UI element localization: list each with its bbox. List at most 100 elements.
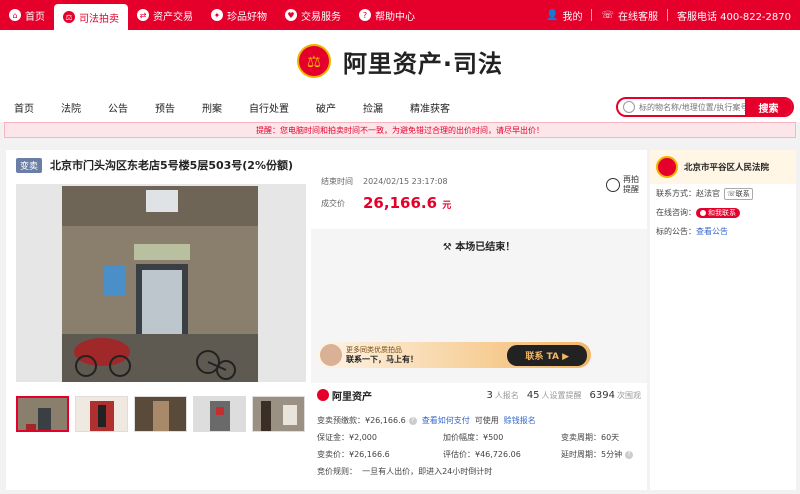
court-emblem-icon: ⚖: [296, 44, 331, 78]
category-announcement[interactable]: 公告: [108, 100, 128, 115]
ali-logo-text: 阿里资产: [332, 391, 372, 403]
agent-avatar: [320, 344, 342, 366]
thumbnail-image: [253, 397, 304, 431]
contact-button[interactable]: ☏联系: [724, 187, 753, 200]
item-title-row: 变卖 北京市门头沟区东老店5号楼5层503号(2%份额): [16, 157, 293, 173]
headset-icon: ☏: [601, 9, 614, 21]
gavel-icon: ⚖: [63, 11, 75, 23]
stats-row: 阿里资产 3 人报名 45 人设置提醒 6394 次围观: [311, 385, 647, 405]
reminders-label: 人设置提醒: [541, 390, 582, 400]
thumbnail[interactable]: [252, 396, 305, 432]
top-right: 👤 我的 ☏ 在线客服 客服电话 400-822-2870: [537, 0, 800, 30]
search-input[interactable]: [635, 102, 745, 112]
court-emblem-icon: [656, 156, 678, 178]
thumbnail-image: [135, 397, 186, 431]
brand-header: ⚖ 阿里资产·司法: [0, 30, 800, 92]
credit-signup-link[interactable]: 赊钱报名: [504, 415, 536, 426]
deal-price-label: 成交价: [321, 198, 345, 208]
category-criminal[interactable]: 刑案: [202, 100, 222, 115]
presale-deposit: 变卖预缴款：¥26,166.6: [317, 416, 406, 425]
court-name[interactable]: 北京市平谷区人民法院: [684, 161, 769, 173]
category-self-disposal[interactable]: 自行处置: [249, 100, 289, 115]
category-home[interactable]: 首页: [14, 100, 34, 115]
deal-price-value: 26,166.6: [363, 194, 438, 212]
info-icon[interactable]: ?: [408, 416, 417, 425]
deal-price: 26,166.6 元: [363, 194, 451, 212]
contact-row: 联系方式： 赵法官 ☏联系: [650, 184, 796, 203]
auction-ended-text: ⚒ 本场已结束！: [311, 238, 647, 253]
thumbnail[interactable]: [75, 396, 128, 432]
brand-logo[interactable]: 阿里资产·司法: [343, 44, 503, 79]
online-service-link[interactable]: ☏ 在线客服: [592, 0, 667, 30]
security-deposit: 保证金：¥2,000: [317, 433, 377, 442]
search-button[interactable]: 搜索: [745, 99, 792, 115]
main-property-photo[interactable]: [16, 184, 306, 382]
contact-name: 赵法官: [696, 189, 720, 198]
details-row: 变卖预缴款：¥26,166.6 ? 查看如何支付 可使用 赊钱报名: [311, 412, 647, 429]
promo-line2: 联系一下，马上有！: [346, 355, 418, 364]
court-header: 北京市平谷区人民法院: [650, 150, 796, 184]
court-sidebar: 北京市平谷区人民法院 联系方式： 赵法官 ☏联系 在线咨询： 和我联系 标的公告…: [650, 150, 796, 490]
hotline-text: 客服电话 400-822-2870: [676, 11, 791, 23]
view-announcement-link[interactable]: 查看公告: [696, 226, 728, 237]
contact-button-label: 联系: [735, 189, 750, 198]
topnav-label: 珍品好物: [227, 11, 267, 23]
category-bargains[interactable]: 捡漏: [363, 100, 383, 115]
phone-icon: ☏: [727, 189, 736, 198]
signups-label: 人报名: [494, 390, 519, 400]
auction-item-card: 变卖 北京市门头沟区东老店5号楼5层503号(2%份额) 结束时间 2024/0…: [6, 150, 647, 490]
thumbnail-strip: [16, 396, 305, 432]
building-entrance-photo: [16, 184, 306, 382]
chat-button-label: 和我联系: [708, 208, 736, 217]
auction-status-box: ⚒ 本场已结束！ 更多同类优质拍品 联系一下，马上有！ 联系 TA ▶: [311, 229, 647, 383]
alarm-clock-icon: [606, 178, 620, 192]
my-account-link[interactable]: 👤 我的: [537, 0, 591, 30]
sale-period: 变卖周期：60天: [561, 433, 620, 442]
reminders-count: 45: [526, 389, 540, 401]
thumbnail[interactable]: [16, 396, 69, 432]
category-customer-acquisition[interactable]: 精准获客: [410, 100, 450, 115]
relist-reminder-button[interactable]: 再拍 提醒: [606, 175, 641, 195]
category-preview[interactable]: 预告: [155, 100, 175, 115]
online-consult-label: 在线咨询：: [656, 208, 696, 217]
topnav-label: 资产交易: [153, 11, 193, 23]
topnav-home[interactable]: ⌂ 首页: [0, 0, 54, 30]
sale-price: 变卖价：¥26,166.6: [317, 450, 390, 459]
topnav-treasures[interactable]: ✦ 珍品好物: [202, 0, 276, 30]
deal-price-row: 成交价 26,166.6 元: [311, 192, 647, 214]
topnav-label: 交易服务: [301, 11, 341, 23]
category-court[interactable]: 法院: [61, 100, 81, 115]
category-bankruptcy[interactable]: 破产: [316, 100, 336, 115]
can-use-text: 可使用: [474, 416, 499, 425]
online-consult-row: 在线咨询： 和我联系: [650, 203, 796, 222]
promo-line1: 更多同类优质拍品: [346, 346, 402, 354]
contact-promo-banner[interactable]: 更多同类优质拍品 联系一下，马上有！ 联系 TA ▶: [317, 342, 591, 368]
thumbnail[interactable]: [134, 396, 187, 432]
ali-logo-icon: [317, 389, 329, 401]
topnav-trade-service[interactable]: ♥ 交易服务: [276, 0, 350, 30]
topnav-label: 帮助中心: [375, 11, 415, 23]
search-bar: 搜索: [616, 97, 794, 117]
category-nav: 首页 法院 公告 预告 刑案 自行处置 破产 捡漏 精准获客 搜索: [0, 92, 800, 122]
auction-details: 变卖预缴款：¥26,166.6 ? 查看如何支付 可使用 赊钱报名 保证金：¥2…: [311, 412, 647, 480]
thumbnail-image: [76, 397, 127, 431]
info-icon[interactable]: ?: [625, 450, 634, 459]
end-time-value: 2024/02/15 23:17:08: [363, 176, 448, 186]
currency-unit: 元: [442, 201, 452, 211]
item-title: 北京市门头沟区东老店5号楼5层503号(2%份额): [50, 159, 294, 172]
topnav-judicial-auction[interactable]: ⚖ 司法拍卖: [54, 4, 128, 30]
contact-ta-button[interactable]: 联系 TA ▶: [507, 344, 587, 366]
details-row: 保证金：¥2,000 加价幅度：¥500 变卖周期：60天: [311, 429, 647, 446]
heart-icon: ♥: [285, 9, 297, 21]
search-icon: [623, 101, 635, 113]
topnav-help[interactable]: ? 帮助中心: [350, 0, 424, 30]
thumbnail-image: [18, 398, 67, 430]
how-to-pay-link[interactable]: 查看如何支付: [422, 415, 470, 426]
extension-period: 延时周期：5分钟: [561, 450, 623, 459]
auction-info-panel: 结束时间 2024/02/15 23:17:08 成交价 26,166.6 元 …: [311, 170, 647, 383]
topnav-asset-trade[interactable]: ⇄ 资产交易: [128, 0, 202, 30]
chat-button[interactable]: 和我联系: [696, 207, 740, 218]
time-mismatch-notice: 提醒：您电脑时间和拍卖时间不一致，为避免错过合理的出价时间，请尽早出价！: [4, 122, 796, 138]
hotline: 客服电话 400-822-2870: [668, 0, 800, 30]
thumbnail[interactable]: [193, 396, 246, 432]
